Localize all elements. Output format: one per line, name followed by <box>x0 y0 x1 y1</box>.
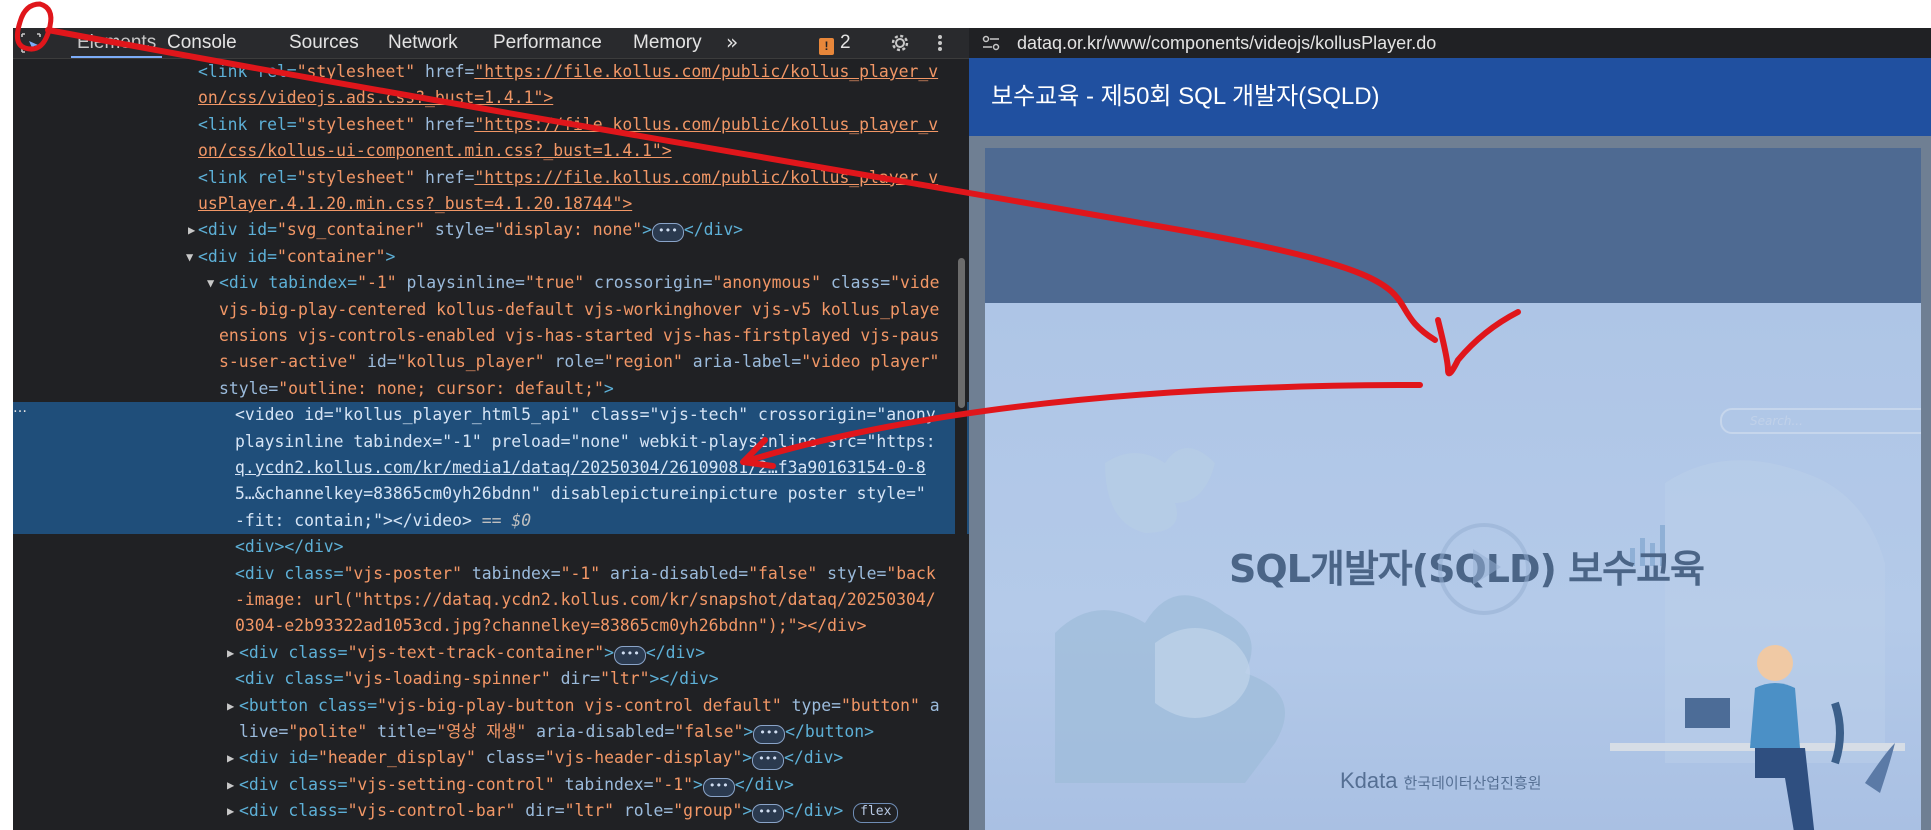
dom-node-big-play-button-cont: live="polite" title="영상 재생" aria-disable… <box>13 719 969 745</box>
expand-arrow-icon[interactable]: ▶ <box>227 745 234 771</box>
scrollbar-track[interactable] <box>955 59 967 830</box>
devtools-panel: Elements Console Sources Network Perform… <box>13 28 969 830</box>
collapse-arrow-icon[interactable]: ▼ <box>186 244 193 270</box>
site-settings-icon[interactable] <box>981 34 1001 56</box>
ellipsis-badge[interactable]: ••• <box>752 804 785 824</box>
video-player[interactable]: Search... SQL개발자(SQLD) 보수교육 Kdata 한국데이터산업… <box>985 148 1921 830</box>
tab-sources[interactable]: Sources <box>289 28 359 58</box>
dom-node-loading-spinner[interactable]: <div class="vjs-loading-spinner" dir="lt… <box>13 666 969 692</box>
gear-icon[interactable] <box>888 31 912 59</box>
dom-node-video-cont: q.ycdn2.kollus.com/kr/media1/dataq/20250… <box>13 455 969 482</box>
dom-node-video-cont: -fit: contain;"></video> == $0 <box>13 507 969 535</box>
dom-node-kollus-player-cont: ensions vjs-controls-enabled vjs-has-sta… <box>219 326 940 345</box>
expand-arrow-icon[interactable]: ▶ <box>227 772 234 798</box>
dom-node-link-3-cont: usPlayer.4.1.20.min.css?_bust=4.1.20.187… <box>198 194 633 213</box>
dom-node-kollus-player-cont: vjs-big-play-centered kollus-default vjs… <box>219 299 940 319</box>
dom-node-empty-div[interactable]: <div></div> <box>13 534 969 560</box>
dom-node-big-play-button[interactable]: ▶ <button class="vjs-big-play-button vjs-… <box>13 693 969 719</box>
tab-performance[interactable]: Performance <box>493 28 602 58</box>
dom-node-link-2[interactable]: <link rel="stylesheet" href="https://fil… <box>13 112 969 138</box>
ellipsis-badge[interactable]: ••• <box>702 777 735 797</box>
dom-node-kollus-player[interactable]: ▼ <div tabindex="-1" playsinline="true" c… <box>13 270 969 296</box>
dom-node-link-2-cont: on/css/kollus-ui-component.min.css?_bust… <box>198 141 672 161</box>
url-text[interactable]: dataq.or.kr/www/components/videojs/kollu… <box>1017 28 1436 58</box>
dom-node-link-1[interactable]: <link rel="stylesheet" href="https://fil… <box>13 59 969 85</box>
dom-node-link-3[interactable]: <link rel="stylesheet" href="https://fil… <box>13 165 969 191</box>
flex-badge[interactable]: flex <box>853 803 899 824</box>
collapse-arrow-icon[interactable]: ▼ <box>207 270 214 296</box>
dom-node-control-bar[interactable]: ▶ <div class="vjs-control-bar" dir="ltr" … <box>13 798 969 824</box>
site-header: 보수교육 - 제50회 SQL 개발자(SQLD) <box>969 58 1931 136</box>
elements-tree: <link rel="stylesheet" href="https://fil… <box>13 59 969 830</box>
address-bar[interactable]: dataq.or.kr/www/components/videojs/kollu… <box>969 28 1931 58</box>
dom-node-vjs-poster-cont: -image: url("https://dataq.ycdn2.kollus.… <box>235 590 936 609</box>
dom-node-kollus-player-cont: s-user-active" id="kollus_player" role="… <box>219 352 940 372</box>
browser-pane: dataq.or.kr/www/components/videojs/kollu… <box>969 28 1931 830</box>
expand-arrow-icon[interactable]: ▶ <box>227 640 234 666</box>
dom-node-video-cont: 5…&channelkey=83865cm0yh26bdnn" disablep… <box>13 481 969 508</box>
issue-flag-icon: ! <box>819 38 834 55</box>
dom-node-container[interactable]: ▼ <div id="container"> <box>13 244 969 270</box>
node-actions-icon[interactable]: … <box>13 400 27 416</box>
expand-arrow-icon[interactable]: ▶ <box>188 217 195 243</box>
inspect-element-icon[interactable] <box>19 31 43 55</box>
dom-node-text-track-container[interactable]: ▶ <div class="vjs-text-track-container"> •… <box>13 640 969 666</box>
video-top-band <box>985 148 1921 303</box>
dom-node-vjs-poster-cont: 0304-e2b93322ad1053cd.jpg?channelkey=838… <box>235 616 867 636</box>
ellipsis-badge[interactable]: ••• <box>753 725 786 744</box>
issues-count: 2 <box>840 32 851 53</box>
expand-arrow-icon[interactable]: ▶ <box>227 693 234 719</box>
tab-console[interactable]: Console <box>167 28 237 58</box>
dom-node-link-1-cont: on/css/videojs.ads.css?_bust=1.4.1"> <box>198 88 554 108</box>
ellipsis-badge[interactable]: ••• <box>614 645 646 665</box>
dom-node-vjs-poster[interactable]: <div class="vjs-poster" tabindex="-1" ar… <box>13 561 969 587</box>
ellipsis-badge[interactable]: ••• <box>752 751 785 771</box>
dom-node-video-selected[interactable]: <video id="kollus_player_html5_api" clas… <box>13 402 969 429</box>
chevron-double-right-icon[interactable]: » <box>726 28 738 58</box>
dom-node-video-cont: playsinline tabindex="-1" preload="none"… <box>13 428 969 455</box>
tab-network[interactable]: Network <box>388 28 458 58</box>
dom-node-setting-control[interactable]: ▶ <div class="vjs-setting-control" tabind… <box>13 772 969 798</box>
scrollbar-thumb[interactable] <box>958 258 965 408</box>
dom-node-kollus-player-cont: style="outline: none; cursor: default;"> <box>219 378 614 398</box>
devtools-tab-bar: Elements Console Sources Network Perform… <box>13 28 969 59</box>
kdata-logo: Kdata 한국데이터산업진흥원 <box>1340 768 1542 793</box>
tab-elements[interactable]: Elements <box>70 28 163 58</box>
ellipsis-badge[interactable]: ••• <box>651 223 684 243</box>
big-play-button[interactable] <box>1438 523 1530 615</box>
kebab-menu-icon[interactable] <box>935 31 945 59</box>
expand-arrow-icon[interactable]: ▶ <box>227 798 234 824</box>
dom-node-header-display[interactable]: ▶ <div id="header_display" class="vjs-hea… <box>13 745 969 771</box>
selected-node-marker: == $0 <box>481 510 532 530</box>
dom-node-svg-container[interactable]: ▶ <div id="svg_container" style="display:… <box>13 217 969 243</box>
poster-search-graphic: Search... <box>1720 408 1921 434</box>
issues-counter[interactable]: ! 2 <box>819 28 851 58</box>
page-title: 보수교육 - 제50회 SQL 개발자(SQLD) <box>991 83 1380 110</box>
window-top-strip <box>0 0 1931 28</box>
tab-memory[interactable]: Memory <box>633 28 702 58</box>
